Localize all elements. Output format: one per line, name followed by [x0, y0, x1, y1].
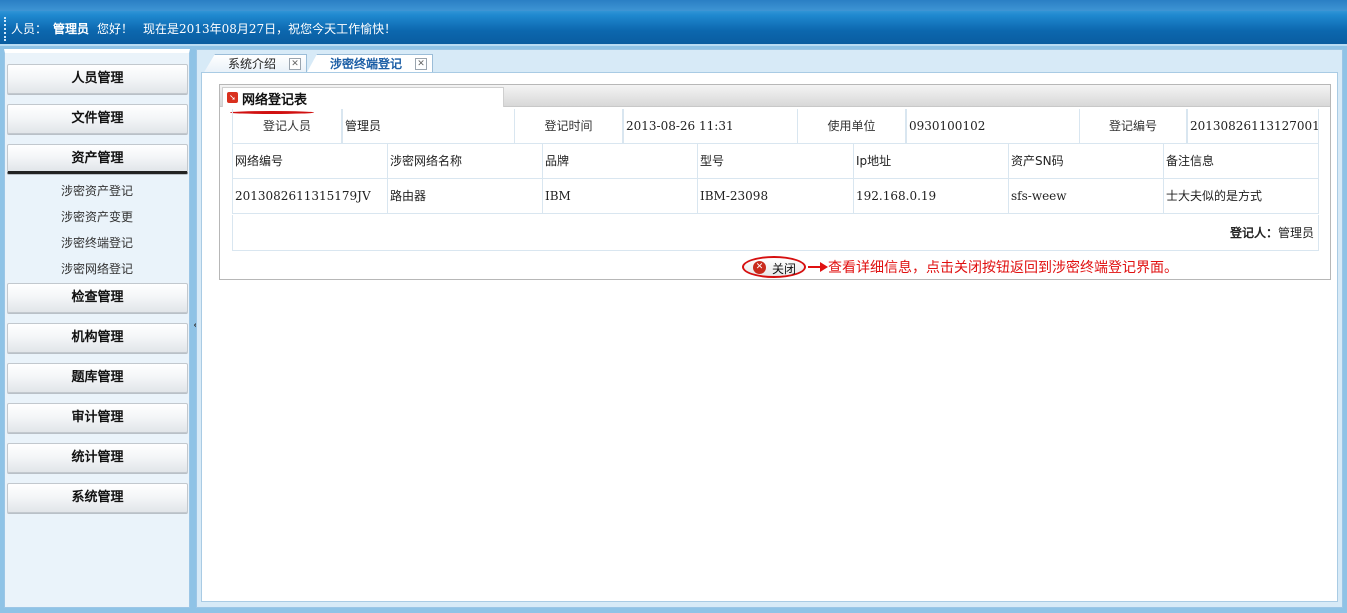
- top-header-bar: 人员： 管理员 您好！ 现在是2013年08月27日，祝您今天工作愉快！: [0, 0, 1347, 46]
- arrow-right-icon: ➘: [227, 92, 238, 103]
- table-header-row: 网络编号 涉密网络名称 品牌 型号 Ip地址 资产SN码 备注信息: [232, 144, 1319, 179]
- menu-organization[interactable]: 机构管理: [7, 323, 188, 353]
- menu-personnel[interactable]: 人员管理: [7, 64, 188, 94]
- arrow-right-icon: [820, 262, 828, 272]
- cell-ip: 192.168.0.19: [853, 179, 1008, 214]
- unit-label: 使用单位: [797, 109, 906, 144]
- network-register-form: ➘ 网络登记表 登记人员 管理员 登记时间 2013-08-26 11:31 使…: [219, 84, 1331, 280]
- registrant-label: 登记人员: [232, 109, 342, 144]
- close-button[interactable]: ✕ 关闭: [742, 256, 806, 278]
- header-brand: 品牌: [542, 144, 697, 179]
- registrant-footer: 登记人：管理员: [232, 215, 1319, 251]
- cell-brand: IBM: [542, 179, 697, 214]
- cell-sn: sfs-weew: [1008, 179, 1163, 214]
- number-label: 登记编号: [1079, 109, 1187, 144]
- header-sn: 资产SN码: [1008, 144, 1163, 179]
- header-model: 型号: [697, 144, 853, 179]
- menu-statistics[interactable]: 统计管理: [7, 443, 188, 473]
- menu-assets[interactable]: 资产管理: [7, 144, 188, 174]
- panel-title: 网络登记表: [242, 93, 308, 108]
- header-strip: [0, 0, 1347, 11]
- cell-network-id: 2013082611315179JV: [232, 179, 387, 214]
- header-network-id: 网络编号: [232, 144, 387, 179]
- number-value: 20130826113127001: [1187, 109, 1319, 144]
- panel-title-tab: ➘ 网络登记表: [222, 87, 504, 108]
- submenu-terminal-register[interactable]: 涉密终端登记: [5, 232, 189, 254]
- header-ip: Ip地址: [853, 144, 1008, 179]
- info-row: 登记人员 管理员 登记时间 2013-08-26 11:31 使用单位 0930…: [232, 109, 1319, 144]
- username: 管理员: [53, 22, 90, 36]
- menu-question-bank[interactable]: 题库管理: [7, 363, 188, 393]
- sidebar: 人员管理 文件管理 资产管理 涉密资产登记 涉密资产变更 涉密终端登记 涉密网络…: [4, 49, 190, 608]
- date-message: 现在是2013年08月27日，祝您今天工作愉快！: [143, 22, 397, 36]
- tab-label: 系统介绍: [228, 57, 277, 71]
- submenu-network-register[interactable]: 涉密网络登记: [5, 258, 189, 280]
- table-row: 2013082611315179JV 路由器 IBM IBM-23098 192…: [232, 179, 1319, 214]
- time-label: 登记时间: [514, 109, 623, 144]
- unit-value: 0930100102: [906, 109, 1079, 144]
- submenu-asset-change[interactable]: 涉密资产变更: [5, 206, 189, 228]
- annotation-text: 查看详细信息，点击关闭按钮返回到涉密终端登记界面。: [828, 260, 1178, 276]
- time-value: 2013-08-26 11:31: [623, 109, 797, 144]
- tab-label: 涉密终端登记: [330, 57, 403, 71]
- panel-header: ➘ 网络登记表: [220, 85, 1330, 108]
- header-remarks: 备注信息: [1163, 144, 1319, 179]
- user-label: 人员：: [11, 22, 48, 36]
- footer-registrant-value: 管理员: [1277, 226, 1314, 240]
- menu-system[interactable]: 系统管理: [7, 483, 188, 513]
- user-info-bar: 人员： 管理员 您好！ 现在是2013年08月27日，祝您今天工作愉快！: [4, 17, 1347, 41]
- close-button-label: 关闭: [772, 262, 797, 276]
- cell-network-name: 路由器: [387, 179, 542, 214]
- cell-remarks: 士大夫似的是方式: [1163, 179, 1319, 214]
- close-circle-icon: ✕: [753, 261, 766, 274]
- menu-files[interactable]: 文件管理: [7, 104, 188, 134]
- header-network-name: 涉密网络名称: [387, 144, 542, 179]
- registrant-value: 管理员: [342, 109, 514, 144]
- tab-system-intro[interactable]: 系统介绍 ✕: [203, 54, 307, 74]
- footer-registrant-label: 登记人：: [1229, 226, 1278, 240]
- close-icon[interactable]: ✕: [289, 58, 301, 70]
- menu-audit[interactable]: 审计管理: [7, 403, 188, 433]
- cell-model: IBM-23098: [697, 179, 853, 214]
- submenu-asset-register[interactable]: 涉密资产登记: [5, 180, 189, 202]
- main-panel: 系统介绍 ✕ 涉密终端登记 ✕ ➘ 网络登记表 登记人员 管理员 登记时间 20…: [196, 49, 1343, 608]
- close-icon[interactable]: ✕: [415, 58, 427, 70]
- greeting: 您好！: [97, 22, 134, 36]
- menu-inspection[interactable]: 检查管理: [7, 283, 188, 313]
